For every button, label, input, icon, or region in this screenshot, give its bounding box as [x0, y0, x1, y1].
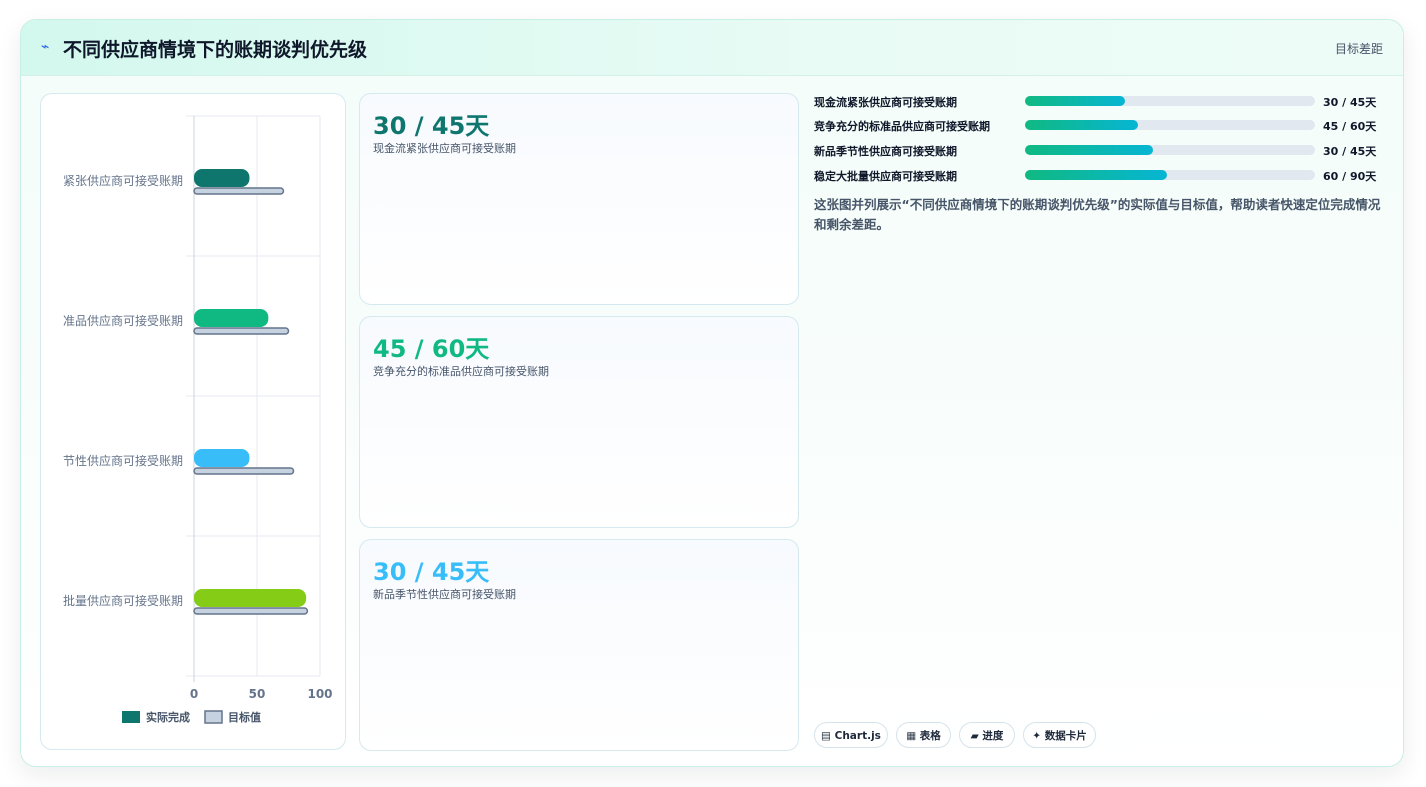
category-label: 节性供应商可接受账期 — [63, 453, 183, 468]
header-right-label: 目标差距 — [1334, 42, 1383, 56]
tag-chartjs[interactable]: ▤ Chart.js — [814, 722, 888, 748]
progress-row: 现金流紧张供应商可接受账期 30 / 45天 — [814, 94, 1394, 109]
category-label: 批量供应商可接受账期 — [63, 593, 183, 608]
bar-target — [193, 607, 309, 615]
progress-track — [1025, 145, 1315, 155]
stat-card-3: 30 / 45天 新品季节性供应商可接受账期 — [359, 539, 799, 751]
progress-label: 竞争充分的标准品供应商可接受账期 — [814, 120, 990, 133]
progress-label: 稳定大批量供应商可接受账期 — [814, 170, 957, 183]
panel-header: ⌁ 不同供应商情境下的账期谈判优先级 目标差距 — [21, 20, 1403, 76]
category-label: 紧张供应商可接受账期 — [63, 173, 183, 188]
stat-card-1: 30 / 45天 现金流紧张供应商可接受账期 — [359, 93, 799, 305]
stat-label: 现金流紧张供应商可接受账期 — [373, 142, 516, 155]
dashboard-panel: ⌁ 不同供应商情境下的账期谈判优先级 目标差距 紧张供应商可接受账期 准品供应商可… — [20, 19, 1404, 767]
progress-track — [1025, 170, 1315, 180]
progress-value: 30 / 45天 — [1323, 96, 1377, 109]
bar-actual — [194, 309, 269, 327]
progress-row: 新品季节性供应商可接受账期 30 / 45天 — [814, 143, 1394, 158]
bar-chart: 紧张供应商可接受账期准品供应商可接受账期节性供应商可接受账期批量供应商可接受账期… — [63, 115, 333, 724]
stat-value: 45 / 60天 — [373, 335, 490, 363]
progress-value: 45 / 60天 — [1323, 120, 1377, 133]
stat-value: 30 / 45天 — [373, 558, 490, 586]
legend-swatch-target — [204, 710, 223, 724]
x-tick-label: 0 — [190, 687, 198, 701]
progress-label: 新品季节性供应商可接受账期 — [814, 145, 957, 158]
page-title: 不同供应商情境下的账期谈判优先级 — [63, 39, 368, 61]
legend-label-target: 目标值 — [228, 710, 261, 724]
progress-value: 30 / 45天 — [1323, 145, 1377, 158]
stat-label: 竞争充分的标准品供应商可接受账期 — [373, 365, 549, 378]
bar-actual — [194, 449, 250, 467]
bar-target — [193, 187, 285, 195]
tag-data-card[interactable]: ✦ 数据卡片 — [1023, 722, 1096, 748]
progress-value: 60 / 90天 — [1323, 170, 1377, 183]
progress-row: 竞争充分的标准品供应商可接受账期 45 / 60天 — [814, 118, 1394, 133]
progress-label: 现金流紧张供应商可接受账期 — [814, 96, 957, 109]
stat-card-2: 45 / 60天 竞争充分的标准品供应商可接受账期 — [359, 316, 799, 528]
bar-actual — [194, 169, 250, 187]
category-label: 准品供应商可接受账期 — [63, 313, 183, 328]
chart-card: 紧张供应商可接受账期 准品供应商可接受账期 节性供应商可接受账期 批量供应商可接受账期… — [40, 93, 346, 750]
x-tick-label: 50 — [249, 687, 266, 701]
stat-label: 新品季节性供应商可接受账期 — [373, 588, 516, 601]
x-tick-label: 100 — [307, 687, 332, 701]
progress-track — [1025, 96, 1315, 106]
bar-actual — [194, 589, 307, 607]
progress-row: 稳定大批量供应商可接受账期 60 / 90天 — [814, 168, 1394, 183]
legend-swatch-actual — [122, 711, 140, 723]
pulse-icon: ⌁ — [41, 39, 50, 55]
progress-fill — [1025, 170, 1168, 180]
bar-target — [193, 467, 295, 475]
progress-fill — [1025, 145, 1153, 155]
tag-table[interactable]: ▦ 表格 — [896, 722, 951, 748]
stat-value: 30 / 45天 — [373, 112, 490, 140]
tag-progress[interactable]: ▰ 进度 — [959, 722, 1015, 748]
progress-fill — [1025, 120, 1139, 130]
progress-fill — [1025, 96, 1126, 106]
chart-description: 这张图并列展示“不同供应商情境下的账期谈判优先级”的实际值与目标值，帮助读者快速… — [814, 197, 1381, 232]
bar-target — [193, 327, 290, 335]
legend-label-actual: 实际完成 — [146, 710, 190, 724]
progress-track — [1025, 120, 1315, 130]
